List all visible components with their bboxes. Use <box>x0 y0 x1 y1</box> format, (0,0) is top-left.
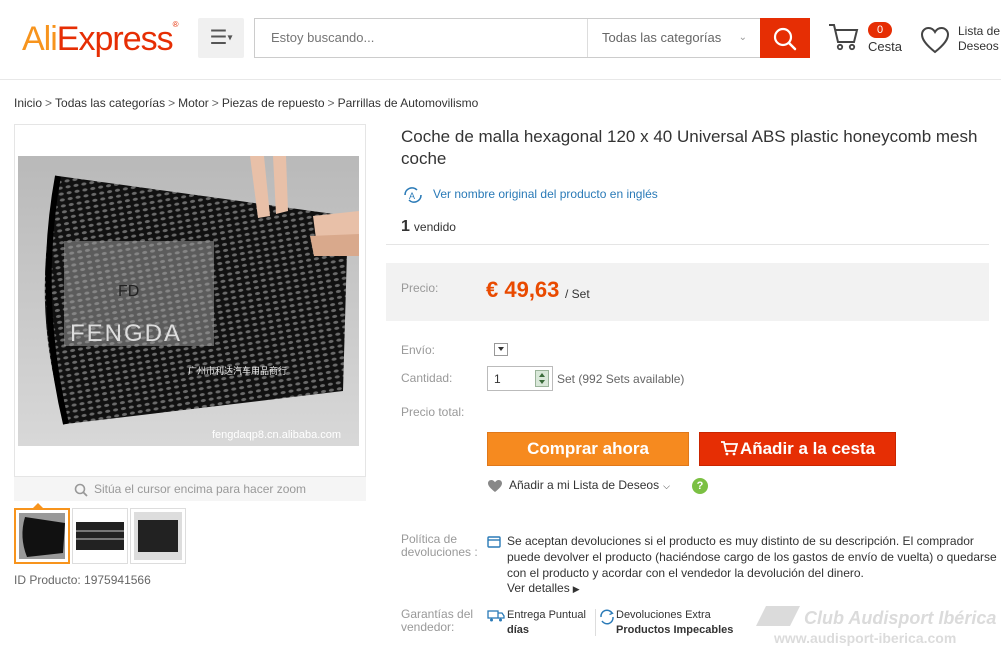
product-id: ID Producto: 1975941566 <box>14 573 151 587</box>
quantity-spin-buttons[interactable] <box>535 370 549 387</box>
price-unit: / Set <box>565 287 590 301</box>
guarantee-extra-returns[interactable]: Devoluciones Extra Productos Impecables <box>595 609 733 636</box>
thumbnail-1[interactable] <box>14 508 70 564</box>
add-to-cart-button[interactable]: Añadir a la cesta <box>699 432 896 466</box>
seller-guarantees-label: Garantías del vendedor: <box>401 607 474 634</box>
quantity-label: Cantidad: <box>401 371 453 385</box>
image-chinese-text: 广州市利达汽车用品商行 <box>188 365 287 377</box>
divider <box>386 244 989 245</box>
add-to-wishlist-link[interactable]: Añadir a mi Lista de Deseos ⌵ <box>487 478 670 493</box>
price-value: € 49,63 <box>486 277 560 302</box>
buy-now-button[interactable]: Comprar ahora <box>487 432 689 466</box>
quantity-available: Set (992 Sets available) <box>557 372 685 386</box>
shipping-dropdown[interactable] <box>494 343 508 356</box>
product-main-image[interactable]: FD FENGDA 广州市利达汽车用品商行 fengdaqp8.cn.aliba… <box>18 156 359 446</box>
breadcrumb-item-grilles[interactable]: Parrillas de Automovilismo <box>338 96 479 110</box>
zoom-hint-bar: Sitúa el cursor encima para hacer zoom <box>14 477 366 501</box>
hamburger-icon: ☰ <box>209 27 228 49</box>
category-dropdown[interactable]: Todas las categorías ⌄ <box>587 19 761 57</box>
translate-icon: A <box>404 187 422 203</box>
product-gallery: FD FENGDA 广州市利达汽车用品商行 fengdaqp8.cn.aliba… <box>14 124 366 477</box>
translate-link-text: Ver nombre original del producto en ingl… <box>433 187 658 202</box>
return-policy-label: Política de devoluciones : <box>401 532 478 559</box>
cart-count-badge: 0 <box>868 22 892 38</box>
cart-icon <box>829 24 859 51</box>
cart-label: Cesta <box>868 39 902 54</box>
site-header: AliExpress® ☰▾ Todas las categorías ⌄ 0 … <box>0 0 1001 80</box>
zoom-hint-text: Sitúa el cursor encima para hacer zoom <box>93 482 307 496</box>
thumbnail-3[interactable] <box>130 508 186 564</box>
add-to-wishlist-label: Añadir a mi Lista de Deseos <box>509 478 660 492</box>
category-dropdown-value: Todas las categorías <box>602 30 722 45</box>
wishlist-label: Lista de Deseos <box>958 24 1001 53</box>
aliexpress-logo[interactable]: AliExpress® <box>22 20 179 59</box>
search-bar: Todas las categorías ⌄ <box>254 18 810 58</box>
categories-menu-button[interactable]: ☰▾ <box>198 18 244 58</box>
thumbnail-2[interactable] <box>72 508 128 564</box>
cart-icon <box>720 441 739 456</box>
spin-up-icon[interactable] <box>539 373 545 377</box>
breadcrumb-item-home[interactable]: Inicio <box>14 96 42 110</box>
breadcrumb-item-motor[interactable]: Motor <box>178 96 209 110</box>
shipping-label: Envío: <box>401 343 436 357</box>
chevron-down-icon: ⌵ <box>663 481 670 491</box>
see-details-link[interactable]: Ver detalles ▶ <box>507 581 580 595</box>
sold-count: 1 vendido <box>401 218 456 235</box>
magnifier-icon <box>74 483 88 497</box>
add-to-cart-label: Añadir a la cesta <box>739 439 876 458</box>
help-icon[interactable]: ? <box>692 478 708 494</box>
spin-down-icon[interactable] <box>539 380 545 384</box>
breadcrumb-item-all-categories[interactable]: Todas las categorías <box>55 96 165 110</box>
rings-logo-icon <box>756 606 800 626</box>
heart-icon <box>920 26 950 54</box>
quantity-stepper[interactable]: 1 <box>487 366 553 391</box>
image-logo-text: FENGDA <box>70 320 182 347</box>
chevron-down-icon: ⌄ <box>738 32 747 43</box>
heart-icon <box>488 479 502 492</box>
total-price-label: Precio total: <box>401 405 465 419</box>
breadcrumb-item-spare-parts[interactable]: Piezas de repuesto <box>222 96 325 110</box>
caret-right-icon: ▶ <box>572 584 580 594</box>
image-logo-initials: FD <box>118 283 139 300</box>
caret-down-icon: ▾ <box>227 32 233 44</box>
search-button[interactable] <box>760 18 810 58</box>
returns-cycle-icon <box>600 609 614 625</box>
product-title: Coche de malla hexagonal 120 x 40 Univer… <box>401 127 978 168</box>
return-policy-text: Se aceptan devoluciones si el producto e… <box>507 534 997 580</box>
price-box: Precio: € 49,63 / Set <box>386 263 989 321</box>
cart-button[interactable]: 0 Cesta <box>828 20 908 60</box>
guarantee-on-time-delivery[interactable]: Entrega Puntual días <box>487 609 586 636</box>
svg-text:A: A <box>409 191 415 201</box>
wishlist-button[interactable]: Lista de Deseos <box>920 22 1001 62</box>
quantity-value[interactable]: 1 <box>494 372 501 386</box>
breadcrumb: Inicio > Todas las categorías > Motor > Piezas… <box>14 96 479 110</box>
price-label: Precio: <box>401 281 439 295</box>
return-policy-icon <box>487 536 501 548</box>
search-icon <box>773 27 797 51</box>
translate-link[interactable]: A Ver nombre original del producto en ing… <box>401 186 658 204</box>
search-input[interactable] <box>271 19 571 57</box>
image-url-text: fengdaqp8.cn.alibaba.com <box>212 429 341 441</box>
delivery-truck-icon <box>487 610 505 622</box>
site-watermark: Club Audisport Ibérica www.audisport-ibe… <box>752 602 1001 648</box>
